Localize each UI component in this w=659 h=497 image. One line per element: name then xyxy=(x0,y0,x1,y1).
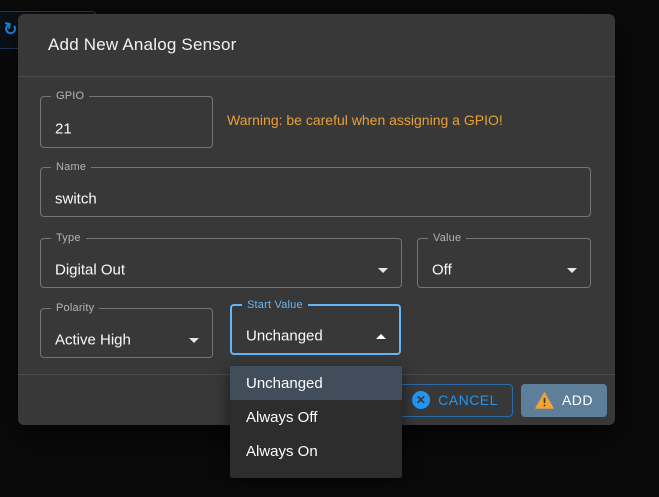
name-label: Name xyxy=(51,161,91,173)
gpio-value[interactable]: 21 xyxy=(55,120,72,137)
chevron-down-icon xyxy=(189,338,199,343)
type-label: Type xyxy=(51,232,86,244)
start-value-value: Unchanged xyxy=(246,328,323,345)
gpio-field[interactable]: GPIO 21 xyxy=(40,90,213,148)
dialog-header: Add New Analog Sensor xyxy=(18,14,615,77)
polarity-select[interactable]: Polarity Active High xyxy=(40,302,213,358)
menu-item-unchanged[interactable]: Unchanged xyxy=(230,366,402,400)
cancel-button-label: CANCEL xyxy=(438,392,498,408)
value-value: Off xyxy=(432,261,452,278)
value-select[interactable]: Value Off xyxy=(417,232,591,288)
name-field[interactable]: Name switch xyxy=(40,161,591,217)
gpio-label: GPIO xyxy=(51,90,89,102)
warning-triangle-icon xyxy=(535,392,554,409)
gpio-warning-text: Warning: be careful when assigning a GPI… xyxy=(227,112,503,128)
type-select[interactable]: Type Digital Out xyxy=(40,232,402,288)
polarity-label: Polarity xyxy=(51,302,99,314)
add-button-label: ADD xyxy=(562,392,593,408)
menu-item-always-off[interactable]: Always Off xyxy=(230,400,402,434)
cancel-circle-icon: ✕ xyxy=(412,391,430,409)
polarity-value: Active High xyxy=(55,331,131,348)
start-value-label: Start Value xyxy=(242,299,308,311)
chevron-down-icon xyxy=(567,268,577,273)
chevron-down-icon xyxy=(378,268,388,273)
add-button[interactable]: ADD xyxy=(521,384,607,417)
menu-item-always-on[interactable]: Always On xyxy=(230,434,402,468)
start-value-select[interactable]: Start Value Unchanged xyxy=(230,299,401,355)
cancel-button[interactable]: ✕ CANCEL xyxy=(397,384,513,417)
chevron-up-icon xyxy=(376,334,386,339)
name-value[interactable]: switch xyxy=(55,190,97,207)
add-sensor-dialog: Add New Analog Sensor GPIO 21 Warning: b… xyxy=(18,14,615,425)
dialog-title: Add New Analog Sensor xyxy=(48,35,237,55)
refresh-icon: ↻ xyxy=(1,19,19,41)
value-label: Value xyxy=(428,232,466,244)
type-value: Digital Out xyxy=(55,261,125,278)
start-value-menu: Unchanged Always Off Always On xyxy=(230,366,402,478)
